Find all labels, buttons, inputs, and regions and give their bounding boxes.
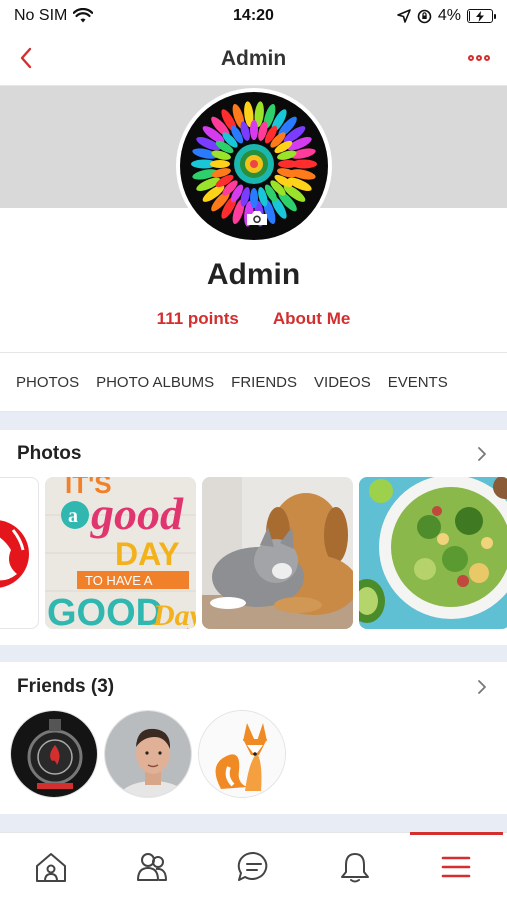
tab-menu[interactable]: [406, 832, 507, 900]
battery-percent: 4%: [437, 7, 461, 24]
salad-image: [359, 477, 507, 629]
profile-tabs: PHOTOS PHOTO ALBUMS FRIENDS VIDEOS EVENT…: [0, 352, 507, 412]
bottom-tab-bar: [0, 832, 507, 900]
camera-icon[interactable]: [246, 210, 268, 226]
status-time: 14:20: [233, 7, 274, 24]
chevron-left-icon: [20, 47, 32, 69]
tab-groups[interactable]: [101, 833, 202, 900]
photo-thumbnail[interactable]: [202, 477, 353, 629]
status-bar: No SIM 14:20 4%: [0, 0, 507, 32]
tab-photos[interactable]: PHOTOS: [16, 374, 79, 391]
tab-events[interactable]: EVENTS: [388, 374, 448, 391]
flower-petal: [250, 188, 258, 208]
friends-section-title: Friends (3): [17, 676, 115, 697]
flower-petal: [210, 160, 230, 168]
good-day-image: IT'S a good DAY TO HAVE A GOOD Day: [45, 477, 196, 629]
good-day-text-5: TO HAVE A: [85, 573, 153, 588]
friend-avatar[interactable]: [198, 710, 286, 798]
photo-thumbnail[interactable]: [0, 477, 39, 629]
more-dots-icon: [476, 55, 482, 61]
more-button[interactable]: [465, 46, 493, 70]
location-arrow-icon: [397, 9, 411, 23]
good-day-text-3: good: [90, 488, 184, 539]
good-day-text-7: Day: [152, 599, 196, 629]
more-dots-icon: [468, 55, 474, 61]
dog-cat-image: [202, 477, 353, 629]
badge-logo-image: [11, 711, 97, 797]
good-day-text-4: DAY: [115, 536, 180, 572]
photo-thumbnail[interactable]: IT'S a good DAY TO HAVE A GOOD Day: [45, 477, 196, 629]
about-me-link[interactable]: About Me: [273, 309, 350, 329]
section-divider: [0, 645, 507, 662]
man-portrait-image: [105, 711, 191, 797]
photo-thumbnail[interactable]: [359, 477, 507, 629]
charging-bolt-icon: [476, 10, 484, 22]
more-dots-icon: [484, 55, 490, 61]
good-day-text-6: GOOD: [47, 592, 163, 629]
chevron-right-icon: [478, 680, 486, 694]
wifi-icon: [73, 8, 94, 23]
battery-icon: [467, 9, 496, 23]
tab-photo-albums[interactable]: PHOTO ALBUMS: [96, 374, 214, 391]
avatar-image: [180, 92, 328, 240]
photos-section-header[interactable]: Photos: [0, 431, 507, 477]
good-day-text-2: a: [68, 505, 78, 527]
section-divider: [0, 412, 507, 430]
points-link[interactable]: 111 points: [157, 309, 239, 329]
globe-image: [0, 520, 29, 588]
friend-avatar[interactable]: [10, 710, 98, 798]
rotation-lock-icon: [417, 9, 432, 23]
flower-petal: [278, 160, 298, 168]
photos-section-title: Photos: [17, 443, 82, 464]
chat-icon: [237, 851, 267, 881]
flower-petal: [250, 120, 258, 140]
carrier-label: No SIM: [14, 7, 68, 24]
bell-icon: [340, 852, 369, 882]
navigation-bar: Admin: [0, 32, 507, 86]
tab-home[interactable]: [0, 833, 101, 900]
friends-section-header[interactable]: Friends (3): [0, 664, 507, 710]
flower-center: [250, 160, 258, 168]
battery-level: [469, 11, 470, 21]
friends-list: [10, 710, 286, 798]
tab-friends[interactable]: FRIENDS: [231, 374, 297, 391]
photos-strip: IT'S a good DAY TO HAVE A GOOD Day: [0, 477, 507, 629]
back-button[interactable]: [12, 44, 40, 72]
tab-videos[interactable]: VIDEOS: [314, 374, 371, 391]
tab-notifications[interactable]: [304, 833, 405, 900]
groups-icon: [137, 852, 168, 881]
home-icon: [35, 852, 66, 882]
friend-avatar[interactable]: [104, 710, 192, 798]
menu-icon: [442, 856, 471, 877]
profile-name: Admin: [206, 258, 301, 291]
section-divider: [0, 814, 507, 832]
chevron-right-icon: [478, 447, 486, 461]
tab-chat[interactable]: [203, 833, 304, 900]
profile-avatar[interactable]: [176, 88, 332, 244]
fox-image: [199, 711, 285, 797]
page-title: Admin: [220, 46, 287, 70]
